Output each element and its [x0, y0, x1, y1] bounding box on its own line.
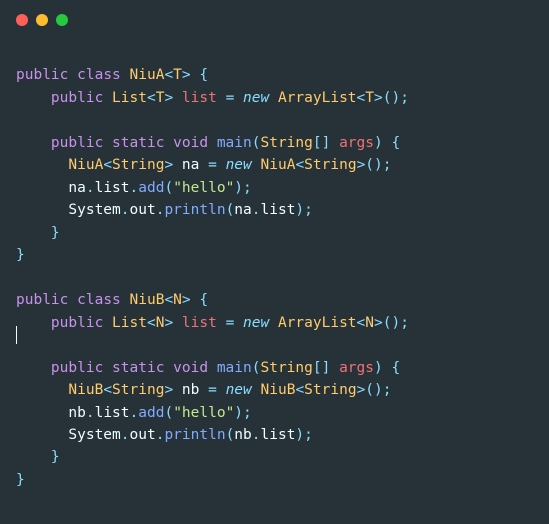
code-line: na.list.add("hello"); — [16, 180, 252, 196]
code-line: } — [16, 449, 60, 465]
code-line: public static void main(String[] args) { — [16, 135, 400, 151]
code-line: System.out.println(nb.list); — [16, 427, 313, 443]
maximize-icon[interactable] — [56, 14, 68, 26]
code-line: NiuB<String> nb = new NiuB<String>(); — [16, 382, 392, 398]
code-line: public static void main(String[] args) { — [16, 360, 400, 376]
code-line: public List<N> list = new ArrayList<N>()… — [16, 315, 409, 331]
code-line: System.out.println(na.list); — [16, 202, 313, 218]
code-line: } — [16, 472, 25, 488]
code-line: nb.list.add("hello"); — [16, 405, 252, 421]
code-line: public List<T> list = new ArrayList<T>()… — [16, 90, 409, 106]
code-line: } — [16, 225, 60, 241]
code-line: public class NiuB<N> { — [16, 292, 208, 308]
window-controls — [0, 0, 549, 36]
close-icon[interactable] — [16, 14, 28, 26]
code-editor[interactable]: public class NiuA<T> { public List<T> li… — [0, 36, 549, 497]
minimize-icon[interactable] — [36, 14, 48, 26]
code-line: NiuA<String> na = new NiuA<String>(); — [16, 157, 392, 173]
code-line: } — [16, 247, 25, 263]
code-line: public class NiuA<T> { — [16, 67, 208, 83]
text-cursor — [16, 326, 17, 344]
